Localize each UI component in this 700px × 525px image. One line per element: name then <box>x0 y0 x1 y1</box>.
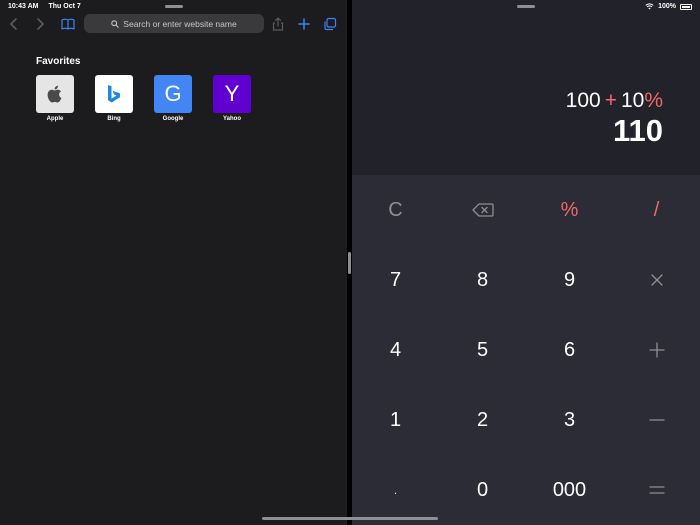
triple-zero-button[interactable]: 000 <box>526 455 613 525</box>
new-tab-icon[interactable] <box>296 16 312 32</box>
status-date: Thu Oct 7 <box>48 3 81 10</box>
status-bar-right: 100% <box>645 3 692 10</box>
calc-expression: 100 + 10% <box>566 89 663 113</box>
digit-2-button[interactable]: 2 <box>439 385 526 455</box>
tabs-icon[interactable] <box>322 16 338 32</box>
divide-button[interactable]: / <box>613 175 700 245</box>
plus-icon <box>648 342 665 358</box>
expr-percent: % <box>644 89 663 112</box>
digit-6-button[interactable]: 6 <box>526 315 613 385</box>
equals-icon <box>648 486 665 494</box>
expr-operand-2-group: 10% <box>621 89 663 113</box>
multiply-icon <box>650 274 663 286</box>
yahoo-letter-icon: Y <box>213 75 251 113</box>
favorites-grid: Apple Bing G Google Y Yahoo <box>36 75 251 122</box>
clear-button[interactable]: C <box>352 175 439 245</box>
wifi-icon <box>645 3 654 10</box>
multitasking-grabber[interactable] <box>165 5 183 8</box>
digit-0-button[interactable]: 0 <box>439 455 526 525</box>
status-bar-left: 10:43 AM Thu Oct 7 <box>8 3 81 10</box>
favorite-label: Google <box>162 116 184 122</box>
safari-toolbar: Search or enter website name <box>0 12 347 37</box>
address-bar[interactable]: Search or enter website name <box>84 14 264 33</box>
favorite-apple[interactable]: Apple <box>36 75 74 122</box>
digit-9-button[interactable]: 9 <box>526 245 613 315</box>
calc-result: 110 <box>612 113 663 148</box>
backspace-icon <box>471 203 494 217</box>
calculator-display: 100% 100 + 10% 110 <box>352 0 700 175</box>
subtract-button[interactable] <box>613 385 700 455</box>
equals-button[interactable] <box>613 455 700 525</box>
favorite-bing[interactable]: Bing <box>95 75 133 122</box>
digit-8-button[interactable]: 8 <box>439 245 526 315</box>
split-view-handle[interactable] <box>348 252 351 274</box>
address-placeholder: Search or enter website name <box>123 18 237 29</box>
multiply-button[interactable] <box>613 245 700 315</box>
favorite-label: Bing <box>107 116 121 122</box>
multitasking-grabber[interactable] <box>517 5 535 8</box>
favorite-label: Yahoo <box>222 116 241 122</box>
google-letter-icon: G <box>154 75 192 113</box>
favorite-google[interactable]: G Google <box>154 75 192 122</box>
favorite-label: Apple <box>46 116 64 122</box>
share-icon[interactable] <box>270 16 286 32</box>
back-icon[interactable] <box>6 16 22 32</box>
backspace-button[interactable] <box>439 175 526 245</box>
minus-icon <box>648 419 665 421</box>
digit-1-button[interactable]: 1 <box>352 385 439 455</box>
digit-4-button[interactable]: 4 <box>352 315 439 385</box>
add-button[interactable] <box>613 315 700 385</box>
expr-operator: + <box>604 89 617 112</box>
expr-operand-1: 100 <box>565 89 601 112</box>
status-time: 10:43 AM <box>8 3 39 10</box>
bing-logo-icon <box>95 75 133 113</box>
favorites-title: Favorites <box>36 56 81 67</box>
safari-pane: 10:43 AM Thu Oct 7 Search or enter websi… <box>0 0 347 525</box>
digit-3-button[interactable]: 3 <box>526 385 613 455</box>
digit-7-button[interactable]: 7 <box>352 245 439 315</box>
bookmarks-icon[interactable] <box>60 16 76 32</box>
calculator-keypad: C % / 7 8 9 4 5 6 1 2 3 . 0 000 <box>352 175 700 525</box>
decimal-button[interactable]: . <box>352 455 439 525</box>
search-icon <box>111 19 120 28</box>
forward-icon[interactable] <box>32 16 48 32</box>
battery-percent: 100% <box>658 3 676 10</box>
expr-operand-2: 10 <box>620 89 645 112</box>
home-indicator[interactable] <box>262 517 438 520</box>
digit-5-button[interactable]: 5 <box>439 315 526 385</box>
calculator-pane: 100% 100 + 10% 110 C % / 7 8 9 4 5 6 1 2… <box>352 0 700 525</box>
apple-logo-icon <box>36 75 74 113</box>
percent-button[interactable]: % <box>526 175 613 245</box>
battery-icon <box>680 3 692 10</box>
favorite-yahoo[interactable]: Y Yahoo <box>213 75 251 122</box>
